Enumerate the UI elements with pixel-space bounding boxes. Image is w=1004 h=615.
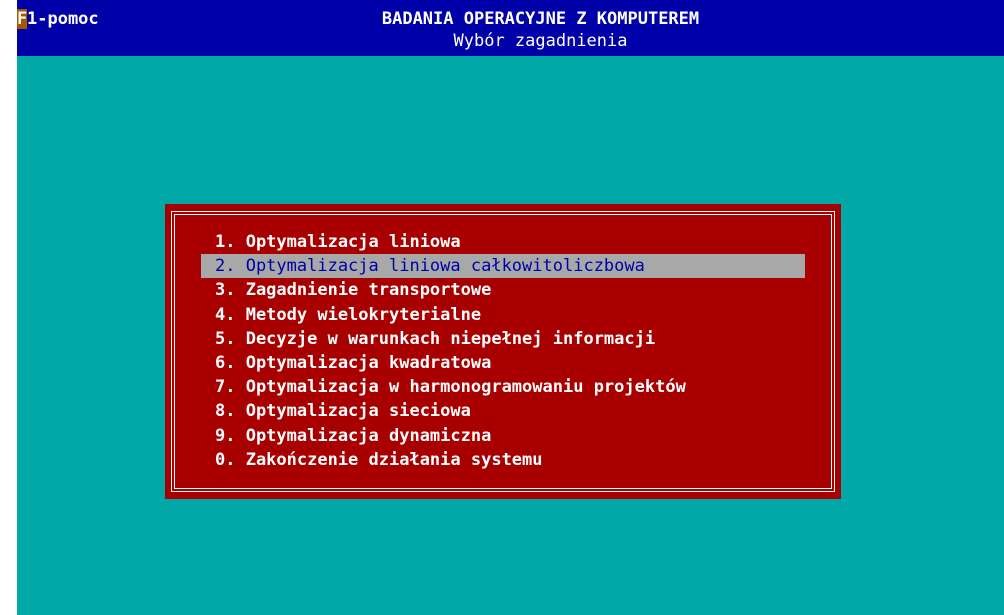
menu-item-quadratic-optimization[interactable]: 6. Optymalizacja kwadratowa (201, 351, 805, 375)
menu-item-transportation-problem[interactable]: 3. Zagadnienie transportowe (201, 278, 805, 302)
help-hotkey: F (17, 9, 28, 29)
topic-menu: 1. Optymalizacja liniowa 2. Optymalizacj… (165, 204, 841, 499)
app-title: BADANIA OPERACYJNE Z KOMPUTEREM (381, 9, 700, 29)
menu-item-dynamic-optimization[interactable]: 9. Optymalizacja dynamiczna (201, 424, 805, 448)
menu-item-network-optimization[interactable]: 8. Optymalizacja sieciowa (201, 399, 805, 423)
menu-list: 1. Optymalizacja liniowa 2. Optymalizacj… (201, 230, 805, 472)
title-bar: F1-pomoc BADANIA OPERACYJNE Z KOMPUTEREM… (17, 0, 1004, 56)
screen-subtitle: Wybór zagadnienia (453, 31, 628, 51)
menu-item-linear-optimization[interactable]: 1. Optymalizacja liniowa (201, 230, 805, 254)
menu-item-decisions-under-uncertainty[interactable]: 5. Decyzje w warunkach niepełnej informa… (201, 327, 805, 351)
menu-item-multicriteria-methods[interactable]: 4. Metody wielokryterialne (201, 303, 805, 327)
menu-item-project-scheduling[interactable]: 7. Optymalizacja w harmonogramowaniu pro… (201, 375, 805, 399)
menu-item-integer-linear-optimization[interactable]: 2. Optymalizacja liniowa całkowitoliczbo… (201, 254, 805, 279)
dos-screen: F1-pomoc BADANIA OPERACYJNE Z KOMPUTEREM… (17, 0, 1004, 615)
menu-item-exit-system[interactable]: 0. Zakończenie działania systemu (201, 448, 805, 472)
